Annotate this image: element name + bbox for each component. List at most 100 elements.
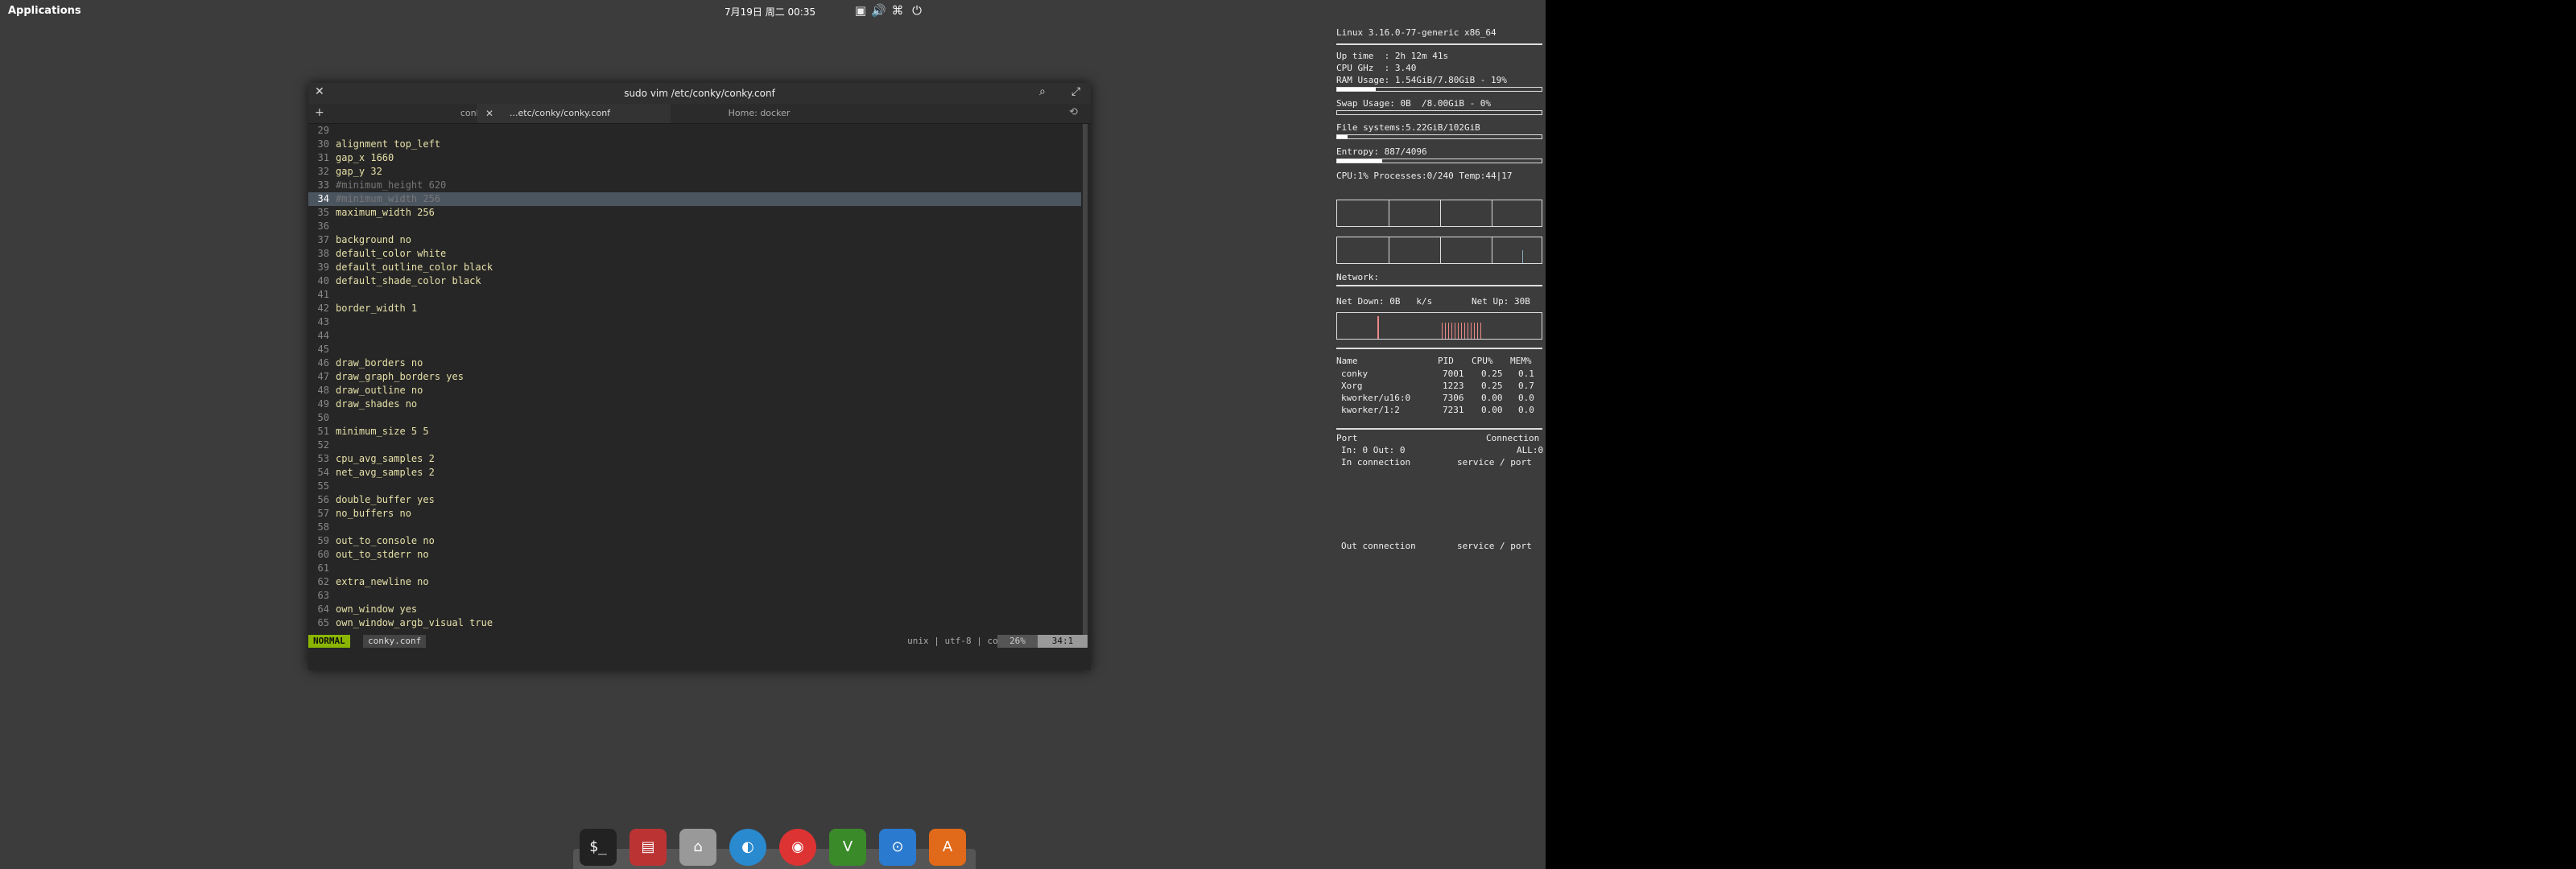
- vim-editor[interactable]: 29 30 alignment top_left 31 gap_x 1660 32 gap_…: [308, 124, 1081, 635]
- proc-header-name: Name: [1336, 356, 1358, 366]
- code-line[interactable]: 32 gap_y 32: [308, 165, 1081, 179]
- line-text: #minimum_height 620: [336, 179, 447, 191]
- line-number: 34: [317, 193, 329, 204]
- code-line[interactable]: 45: [308, 343, 1081, 356]
- files-icon[interactable]: ⌂: [679, 829, 716, 866]
- entropy-bar: [1336, 159, 1542, 163]
- store-icon[interactable]: A: [929, 829, 966, 866]
- scrollbar[interactable]: [1083, 124, 1088, 639]
- tab-bar: + conky ✕ ...etc/conky/conky.conf Home: …: [308, 104, 1091, 124]
- line-number: 52: [317, 439, 329, 451]
- in-service-port: service / port: [1457, 457, 1532, 467]
- code-line[interactable]: 43: [308, 315, 1081, 329]
- code-line[interactable]: 61: [308, 562, 1081, 575]
- line-number: 56: [317, 494, 329, 505]
- code-line[interactable]: 65 own_window_argb_visual true: [308, 616, 1081, 630]
- swap-bar: [1336, 110, 1542, 115]
- code-line[interactable]: 40 default_shade_color black: [308, 274, 1081, 288]
- code-line[interactable]: 38 default_color white: [308, 247, 1081, 261]
- process-cpu: 0.00: [1481, 393, 1503, 403]
- history-icon[interactable]: ⟲: [1069, 106, 1078, 118]
- terminal-icon[interactable]: $_: [580, 829, 617, 866]
- code-line[interactable]: 29: [308, 124, 1081, 138]
- code-line[interactable]: 42 border_width 1: [308, 302, 1081, 315]
- close-tab-icon[interactable]: ✕: [485, 104, 493, 123]
- code-line[interactable]: 63: [308, 589, 1081, 603]
- mode-indicator: NORMAL: [308, 635, 350, 648]
- browser-icon[interactable]: ◐: [729, 829, 766, 866]
- add-tab-icon[interactable]: +: [315, 106, 324, 119]
- proc-header-mem: MEM%: [1510, 356, 1532, 366]
- line-number: 48: [317, 385, 329, 396]
- line-number: 41: [317, 289, 329, 300]
- monitor-icon[interactable]: ▤: [630, 829, 667, 866]
- line-number: 62: [317, 576, 329, 587]
- line-text: net_avg_samples 2: [336, 467, 435, 478]
- code-line[interactable]: 33 #minimum_height 620: [308, 179, 1081, 192]
- line-number: 50: [317, 412, 329, 423]
- code-line[interactable]: 59 out_to_console no: [308, 534, 1081, 548]
- code-line[interactable]: 58: [308, 521, 1081, 534]
- line-number: 49: [317, 398, 329, 410]
- divider: [1336, 285, 1542, 286]
- code-line[interactable]: 49 draw_shades no: [308, 397, 1081, 411]
- code-line[interactable]: 36: [308, 220, 1081, 233]
- code-line[interactable]: 53 cpu_avg_samples 2: [308, 452, 1081, 466]
- volume-icon[interactable]: 🔊: [871, 3, 886, 18]
- code-line[interactable]: 50: [308, 411, 1081, 425]
- window-title: sudo vim /etc/conky/conky.conf: [624, 88, 775, 99]
- sidebar-icon[interactable]: ▣: [853, 3, 868, 18]
- applications-menu[interactable]: Applications: [8, 5, 81, 17]
- line-text: border_width 1: [336, 303, 418, 314]
- line-text: draw_outline no: [336, 385, 423, 396]
- search-icon[interactable]: ⌕: [1039, 85, 1046, 98]
- code-line[interactable]: 54 net_avg_samples 2: [308, 466, 1081, 480]
- line-text: extra_newline no: [336, 576, 429, 587]
- ram-bar: [1336, 87, 1542, 92]
- tab-home-docker[interactable]: Home: docker: [679, 104, 840, 123]
- code-line[interactable]: 31 gap_x 1660: [308, 151, 1081, 165]
- code-line[interactable]: 47 draw_graph_borders yes: [308, 370, 1081, 384]
- code-line[interactable]: 55: [308, 480, 1081, 493]
- line-text: own_window yes: [336, 603, 418, 615]
- line-number: 30: [317, 138, 329, 150]
- chrome-icon[interactable]: ◉: [779, 829, 816, 866]
- code-line[interactable]: 41: [308, 288, 1081, 302]
- proc-header-pid: PID: [1438, 356, 1454, 366]
- process-mem: 0.7: [1518, 381, 1534, 391]
- code-line[interactable]: 37 background no: [308, 233, 1081, 247]
- code-line[interactable]: 44: [308, 329, 1081, 343]
- code-line[interactable]: 56 double_buffer yes: [308, 493, 1081, 507]
- settings-toggle-icon[interactable]: ⊙: [879, 829, 916, 866]
- line-number: 31: [317, 152, 329, 163]
- line-number: 29: [317, 125, 329, 136]
- clock[interactable]: 7月19日 周二 00:35: [724, 5, 815, 19]
- code-line[interactable]: 34 #minimum_width 256: [308, 192, 1081, 206]
- dock: $_ ▤ ⌂ ◐ ◉ V ⊙ A: [573, 821, 976, 869]
- window-titlebar[interactable]: ✕ sudo vim /etc/conky/conky.conf ⌕ ⤢: [308, 83, 1091, 104]
- code-line[interactable]: 64 own_window yes: [308, 603, 1081, 616]
- code-line[interactable]: 46 draw_borders no: [308, 356, 1081, 370]
- fs-bar-fill: [1337, 135, 1348, 138]
- tab-conky-conf[interactable]: ✕ ...etc/conky/conky.conf: [477, 104, 671, 123]
- code-line[interactable]: 48 draw_outline no: [308, 384, 1081, 397]
- network-icon[interactable]: ⌘: [890, 3, 905, 18]
- vim-icon[interactable]: V: [829, 829, 866, 866]
- line-number: 38: [317, 248, 329, 259]
- code-line[interactable]: 35 maximum_width 256: [308, 206, 1081, 220]
- line-number: 54: [317, 467, 329, 478]
- maximize-icon[interactable]: ⤢: [1071, 85, 1080, 98]
- power-icon[interactable]: ⏻: [910, 3, 924, 18]
- file-info: unix | utf-8 | conf: [907, 636, 1009, 646]
- code-line[interactable]: 51 minimum_size 5 5: [308, 425, 1081, 439]
- line-number: 42: [317, 303, 329, 314]
- process-name: kworker/1:2: [1341, 405, 1400, 415]
- code-line[interactable]: 60 out_to_stderr no: [308, 548, 1081, 562]
- all-count: ALL:0: [1517, 445, 1544, 455]
- code-line[interactable]: 52: [308, 439, 1081, 452]
- code-line[interactable]: 30 alignment top_left: [308, 138, 1081, 151]
- line-number: 46: [317, 357, 329, 369]
- code-line[interactable]: 57 no_buffers no: [308, 507, 1081, 521]
- code-line[interactable]: 39 default_outline_color black: [308, 261, 1081, 274]
- code-line[interactable]: 62 extra_newline no: [308, 575, 1081, 589]
